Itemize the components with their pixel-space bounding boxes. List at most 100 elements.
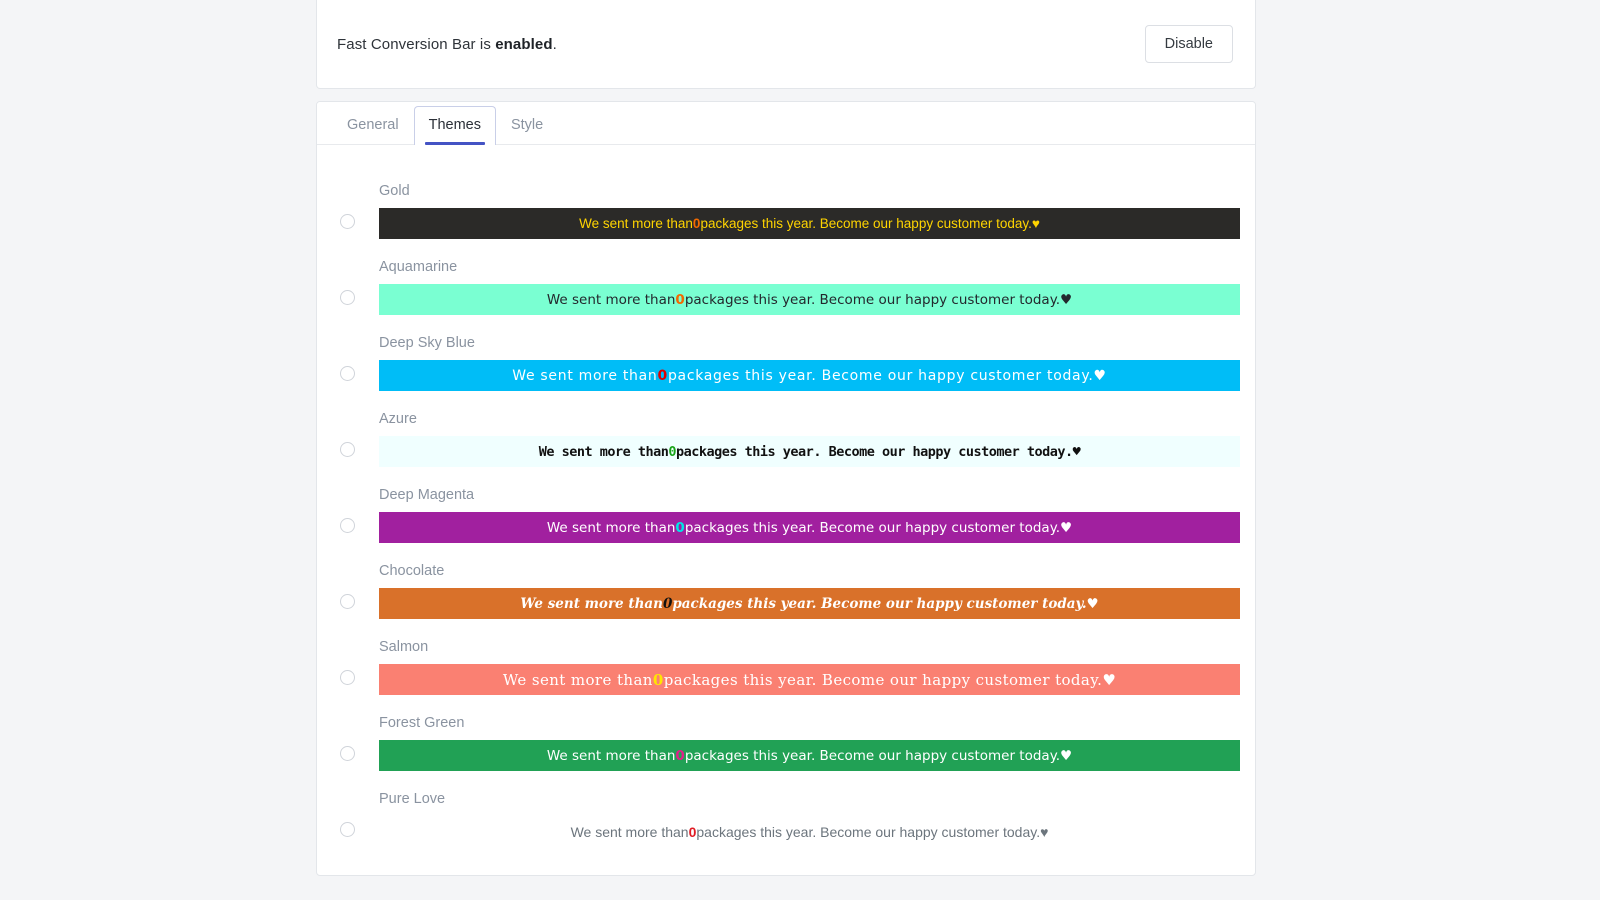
theme-main: Deep Sky Blue We sent more than 0 package… <box>379 335 1240 391</box>
bar-text-before: We sent more than <box>579 216 693 231</box>
bar-text-after: packages this year. Become our happy cus… <box>676 443 1073 460</box>
theme-main: Deep Magenta We sent more than 0 packages… <box>379 487 1240 543</box>
theme-radio-salmon[interactable] <box>340 669 355 685</box>
bar-package-count: 0 <box>675 291 685 308</box>
heart-icon: ♥ <box>1060 291 1073 308</box>
theme-preview-bar[interactable]: We sent more than 0 packages this year. … <box>379 588 1240 619</box>
heart-icon: ♥ <box>1093 367 1107 384</box>
theme-radio-deep-sky-blue[interactable] <box>340 365 355 381</box>
theme-row[interactable]: Aquamarine We sent more than 0 packages t… <box>332 239 1240 315</box>
theme-radio-wrap <box>332 431 379 467</box>
page-root: Fast Conversion Bar is enabled. Disable … <box>0 0 1600 900</box>
status-message-prefix: Fast Conversion Bar is <box>337 35 496 53</box>
disable-button[interactable]: Disable <box>1144 24 1233 64</box>
bar-text-before: We sent more than <box>538 443 669 460</box>
theme-radio-wrap <box>332 583 379 619</box>
theme-row[interactable]: Azure We sent more than 0 packages this y… <box>332 391 1240 467</box>
bar-package-count: 0 <box>662 595 673 612</box>
heart-icon: ♥ <box>1072 443 1081 460</box>
theme-label: Pure Love <box>379 790 446 807</box>
theme-row[interactable]: Chocolate We sent more than 0 packages th… <box>332 543 1240 619</box>
theme-preview-bar[interactable]: We sent more than 0 packages this year. … <box>379 512 1240 543</box>
theme-main: Forest Green We sent more than 0 packages… <box>379 715 1240 771</box>
tabs-card: General Themes Style Gold We sent more th… <box>316 101 1256 876</box>
status-message-suffix: . <box>552 35 557 53</box>
bar-text-after: packages this year. Become our happy cus… <box>684 291 1061 308</box>
bar-text-after: packages this year. Become our happy cus… <box>684 519 1061 536</box>
theme-label: Salmon <box>379 638 429 655</box>
theme-main: Azure We sent more than 0 packages this y… <box>379 411 1240 467</box>
theme-label: Deep Sky Blue <box>379 334 475 351</box>
theme-radio-gold[interactable] <box>340 213 355 229</box>
theme-radio-azure[interactable] <box>340 441 355 457</box>
heart-icon: ♥ <box>1102 670 1117 689</box>
theme-radio-wrap <box>332 811 379 847</box>
bar-text-before: We sent more than <box>520 595 663 612</box>
theme-list: Gold We sent more than 0 packages this ye… <box>317 145 1255 875</box>
theme-radio-wrap <box>332 659 379 695</box>
theme-preview-bar[interactable]: We sent more than 0 packages this year. … <box>379 208 1240 239</box>
bar-text-before: We sent more than <box>570 823 689 840</box>
bar-text-after: packages this year. Become our happy cus… <box>700 216 1032 231</box>
theme-row[interactable]: Pure Love We sent more than 0 packages th… <box>332 771 1240 847</box>
theme-main: Aquamarine We sent more than 0 packages t… <box>379 259 1240 315</box>
theme-row[interactable]: Gold We sent more than 0 packages this ye… <box>332 163 1240 239</box>
heart-icon: ♥ <box>1031 216 1040 231</box>
theme-radio-wrap <box>332 203 379 239</box>
theme-preview-bar[interactable]: We sent more than 0 packages this year. … <box>379 436 1240 467</box>
theme-preview-bar[interactable]: We sent more than 0 packages this year. … <box>379 360 1240 391</box>
theme-preview-bar[interactable]: We sent more than 0 packages this year. … <box>379 284 1240 315</box>
status-message: Fast Conversion Bar is enabled. <box>337 36 557 53</box>
theme-radio-wrap <box>332 735 379 771</box>
status-card: Fast Conversion Bar is enabled. Disable <box>316 0 1256 89</box>
theme-radio-forest-green[interactable] <box>340 745 355 761</box>
theme-radio-wrap <box>332 507 379 543</box>
heart-icon: ♥ <box>1060 747 1073 764</box>
settings-container: Fast Conversion Bar is enabled. Disable … <box>316 0 1256 876</box>
bar-package-count: 0 <box>675 747 685 764</box>
heart-icon: ♥ <box>1060 519 1073 536</box>
bar-text-before: We sent more than <box>546 747 676 764</box>
theme-radio-chocolate[interactable] <box>340 593 355 609</box>
status-message-state: enabled <box>495 35 553 53</box>
theme-row[interactable]: Deep Magenta We sent more than 0 packages… <box>332 467 1240 543</box>
heart-icon: ♥ <box>1086 595 1099 612</box>
heart-icon: ♥ <box>1040 823 1049 840</box>
theme-label: Aquamarine <box>379 258 458 275</box>
bar-text-before: We sent more than <box>546 291 676 308</box>
bar-text-after: packages this year. Become our happy cus… <box>663 670 1103 689</box>
theme-label: Gold <box>379 182 410 199</box>
bar-package-count: 0 <box>657 367 668 384</box>
bar-text-after: packages this year. Become our happy cus… <box>684 747 1061 764</box>
bar-package-count: 0 <box>688 823 697 840</box>
theme-row[interactable]: Salmon We sent more than 0 packages this … <box>332 619 1240 695</box>
theme-radio-wrap <box>332 355 379 391</box>
bar-text-after: packages this year. Become our happy cus… <box>667 367 1094 384</box>
theme-main: Chocolate We sent more than 0 packages th… <box>379 563 1240 619</box>
theme-radio-wrap <box>332 279 379 315</box>
theme-label: Forest Green <box>379 714 465 731</box>
bar-text-after: packages this year. Become our happy cus… <box>672 595 1087 612</box>
theme-main: Gold We sent more than 0 packages this ye… <box>379 183 1240 239</box>
bar-text-before: We sent more than <box>512 367 658 384</box>
theme-preview-bar[interactable]: We sent more than 0 packages this year. … <box>379 664 1240 695</box>
tab-general[interactable]: General <box>332 106 414 145</box>
bar-package-count: 0 <box>675 519 685 536</box>
theme-radio-pure-love[interactable] <box>340 821 355 837</box>
bar-package-count: 0 <box>668 443 677 460</box>
theme-label: Deep Magenta <box>379 486 475 503</box>
bar-text-before: We sent more than <box>546 519 676 536</box>
theme-label: Azure <box>379 410 417 427</box>
theme-preview-bar[interactable]: We sent more than 0 packages this year. … <box>379 816 1240 847</box>
theme-preview-bar[interactable]: We sent more than 0 packages this year. … <box>379 740 1240 771</box>
theme-main: Pure Love We sent more than 0 packages th… <box>379 791 1240 847</box>
bar-text-before: We sent more than <box>502 670 653 689</box>
theme-main: Salmon We sent more than 0 packages this … <box>379 639 1240 695</box>
tab-themes[interactable]: Themes <box>413 105 496 146</box>
theme-radio-deep-magenta[interactable] <box>340 517 355 533</box>
tab-style[interactable]: Style <box>496 106 558 145</box>
theme-row[interactable]: Forest Green We sent more than 0 packages… <box>332 695 1240 771</box>
theme-row[interactable]: Deep Sky Blue We sent more than 0 package… <box>332 315 1240 391</box>
theme-radio-aquamarine[interactable] <box>340 289 355 305</box>
tab-bar: General Themes Style <box>317 102 1255 146</box>
